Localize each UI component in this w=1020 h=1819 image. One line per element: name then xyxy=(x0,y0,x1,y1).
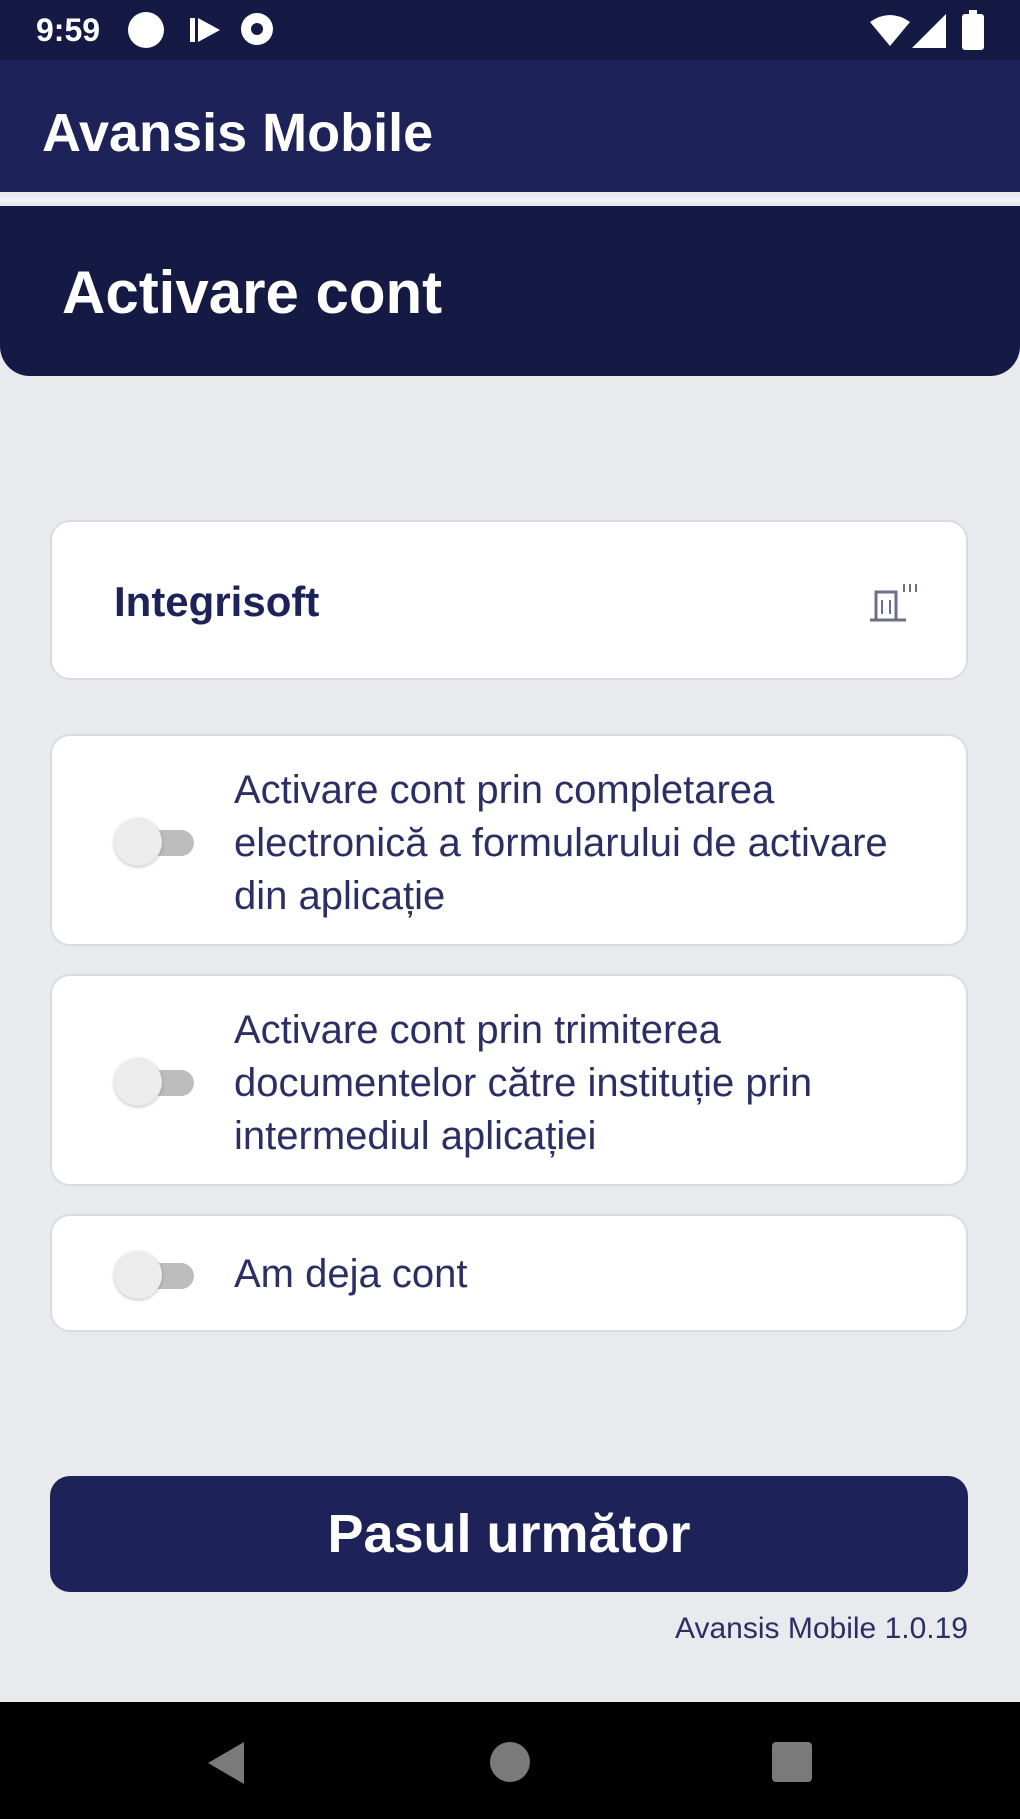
battery-icon xyxy=(962,10,984,50)
toggle-thumb xyxy=(114,1058,162,1106)
toggle-switch[interactable] xyxy=(114,818,196,866)
page-header: Activare cont xyxy=(0,206,1020,376)
toggle-switch[interactable] xyxy=(114,1251,196,1299)
status-bar: 9:59 xyxy=(0,0,1020,60)
option-electronic-form[interactable]: Activare cont prin completarea electroni… xyxy=(50,734,968,946)
app-title: Avansis Mobile xyxy=(42,103,434,163)
option-label: Activare cont prin completarea electroni… xyxy=(234,768,888,918)
circle-notification-icon xyxy=(128,12,164,48)
option-label: Activare cont prin trimiterea documentel… xyxy=(234,1008,813,1158)
option-label: Am deja cont xyxy=(234,1252,468,1296)
back-icon[interactable] xyxy=(204,1740,248,1786)
settings-notification-icon xyxy=(241,13,273,45)
next-step-button[interactable]: Pasul următor xyxy=(50,1476,968,1592)
app-bar: Avansis Mobile xyxy=(0,60,1020,192)
building-icon xyxy=(870,584,917,622)
signal-icon xyxy=(912,14,946,48)
wifi-icon xyxy=(870,15,910,46)
page-title: Activare cont xyxy=(62,259,443,326)
option-send-documents[interactable]: Activare cont prin trimiterea documentel… xyxy=(50,974,968,1186)
status-time: 9:59 xyxy=(36,12,101,48)
toggle-thumb xyxy=(114,818,162,866)
institution-name: Integrisoft xyxy=(114,578,320,625)
play-store-icon xyxy=(190,18,220,42)
institution-selector[interactable]: Integrisoft xyxy=(50,520,968,680)
toggle-switch[interactable] xyxy=(114,1058,196,1106)
option-existing-account[interactable]: Am deja cont xyxy=(50,1214,968,1332)
app-version: Avansis Mobile 1.0.19 xyxy=(675,1612,968,1645)
toggle-thumb xyxy=(114,1251,162,1299)
app-bar-divider xyxy=(0,198,1020,202)
recents-icon[interactable] xyxy=(772,1742,812,1782)
system-nav-bar xyxy=(0,1702,1020,1819)
home-icon[interactable] xyxy=(490,1742,530,1782)
